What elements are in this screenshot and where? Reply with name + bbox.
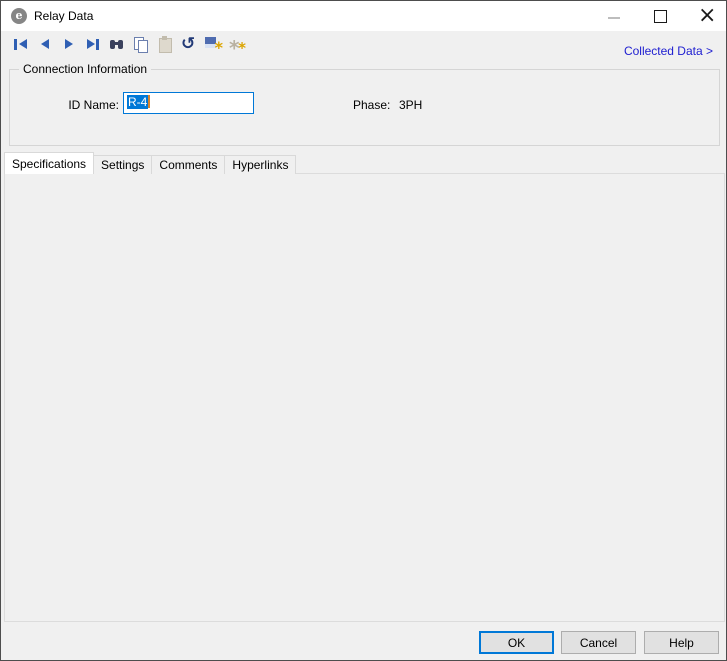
help-button[interactable]: Help [644,631,719,654]
collected-data-link[interactable]: Collected Data > [624,44,713,58]
copy-icon[interactable] [132,35,150,53]
connection-group-label: Connection Information [19,62,151,76]
text-caret [148,95,150,108]
selected-text: R-4 [127,95,148,109]
relay-data-dialog: e Relay Data Collected Data > Connection… [0,0,727,661]
id-name-input[interactable]: R-4 [123,92,254,114]
toolbar-icons [9,35,249,55]
next-record-icon[interactable] [60,35,78,53]
phase-value: 3PH [399,98,422,112]
tab-hyperlinks[interactable]: Hyperlinks [224,155,296,174]
settings-icon[interactable] [228,35,246,53]
paste-icon [156,35,174,53]
app-icon: e [11,8,27,24]
title-bar[interactable]: e Relay Data [1,1,726,31]
tab-strip: SpecificationsSettingsCommentsHyperlinks [4,152,295,174]
tab-page [4,173,725,622]
window-title: Relay Data [34,9,93,23]
toolbar: Collected Data > [1,31,726,59]
phase-label: Phase: [353,98,390,112]
id-name-label: ID Name: [41,98,119,112]
previous-record-icon[interactable] [36,35,54,53]
find-icon[interactable] [108,35,126,53]
maximize-button[interactable] [639,1,681,31]
tab-comments[interactable]: Comments [151,155,225,174]
last-record-icon[interactable] [84,35,102,53]
undo-icon[interactable] [180,35,198,53]
minimize-button [593,1,635,31]
cancel-button[interactable]: Cancel [561,631,636,654]
close-button[interactable] [685,1,727,31]
save-settings-icon[interactable] [204,35,222,53]
ok-button[interactable]: OK [479,631,554,654]
tab-specifications[interactable]: Specifications [4,152,94,174]
tab-settings[interactable]: Settings [93,155,152,174]
first-record-icon[interactable] [12,35,30,53]
